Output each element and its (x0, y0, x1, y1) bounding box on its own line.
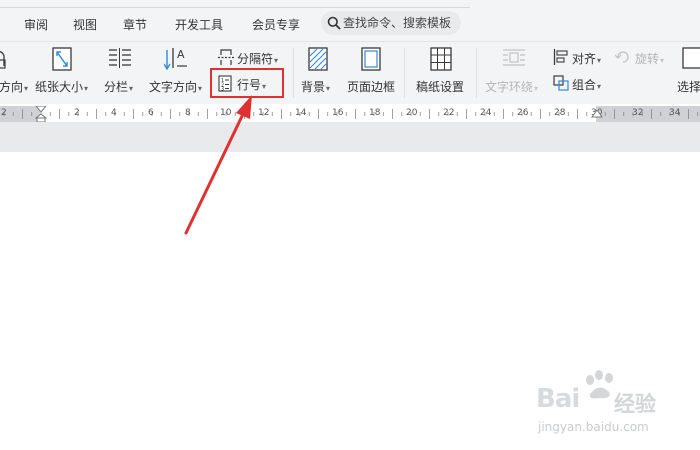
baidu-jingyan-watermark: Bai 经验 jingyan.baidu.com (536, 370, 686, 438)
paw-icon (586, 370, 613, 399)
watermark-site: jingyan.baidu.com (538, 420, 649, 434)
watermark-cn: 经验 (614, 392, 656, 416)
app-window: 审阅 视图 章节 开发工具 会员专享 查找命令、搜索模板 方向▾ 纸张大小▾ 分… (0, 0, 700, 450)
watermark-brand: Bai (536, 384, 580, 414)
